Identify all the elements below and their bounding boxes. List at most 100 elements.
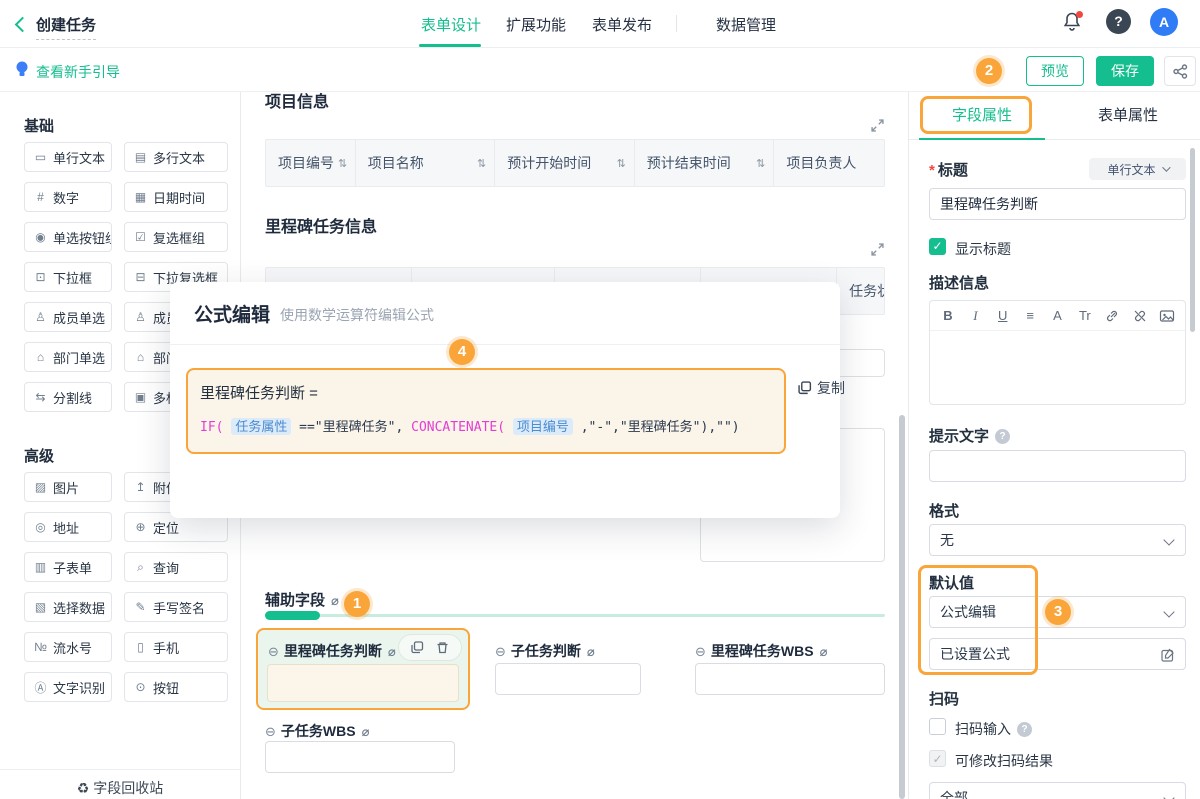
show-title-checkbox[interactable]: ✓	[929, 238, 946, 255]
form-title[interactable]: 创建任务	[36, 14, 96, 40]
align-icon[interactable]: ≡	[1022, 308, 1038, 323]
description-label: 描述信息	[929, 272, 989, 293]
field-button-address[interactable]: ◎地址	[24, 512, 112, 542]
avatar[interactable]: A	[1150, 8, 1178, 36]
formula-edit-modal: 公式编辑 使用数学运算符编辑公式 里程碑任务判断 = IF( 任务属性 =="里…	[170, 282, 840, 518]
subtask-wbs-input[interactable]	[265, 741, 455, 773]
format-label: 格式	[929, 500, 959, 521]
field-button-phone[interactable]: ▯手机	[124, 632, 228, 662]
help-icon[interactable]: ?	[1106, 9, 1131, 34]
canvas-scrollbar[interactable]	[899, 415, 905, 799]
divider-icon: ⇆	[33, 390, 48, 404]
tab-form-design[interactable]: 表单设计	[421, 14, 481, 35]
copy-icon[interactable]	[411, 641, 424, 654]
field-card-milestone-judge[interactable]: ⊖里程碑任务判断⌀	[256, 628, 470, 710]
tab-field-properties[interactable]: 字段属性	[909, 92, 1055, 139]
field-recycle-bin[interactable]: ♻ 字段回收站	[0, 769, 240, 799]
font-color-icon[interactable]: A	[1050, 308, 1066, 323]
tab-extensions[interactable]: 扩展功能	[506, 14, 566, 35]
scan-editable-label: 可修改扫码结果	[955, 751, 1053, 771]
field-button-divider[interactable]: ⇆分割线	[24, 382, 112, 412]
link-icon[interactable]	[1104, 309, 1120, 323]
field-button-checkbox-group[interactable]: ☑复选框组	[124, 222, 228, 252]
project-info-table[interactable]: 项目编号⇅ 项目名称⇅ 预计开始时间⇅ 预计结束时间⇅ 项目负责人	[265, 139, 885, 187]
help-question-icon[interactable]: ?	[995, 429, 1010, 444]
subtask-judge-input[interactable]	[495, 663, 641, 695]
field-button-image[interactable]: ▨图片	[24, 472, 112, 502]
scan-input-checkbox[interactable]	[929, 718, 946, 735]
tab-form-properties[interactable]: 表单属性	[1055, 92, 1200, 139]
sort-icon[interactable]: ⇅	[338, 157, 347, 170]
format-select[interactable]: 无	[929, 524, 1186, 556]
default-value-label: 默认值	[929, 572, 974, 593]
bold-icon[interactable]: B	[940, 308, 956, 323]
field-button-signature[interactable]: ✎手写签名	[124, 592, 228, 622]
annotation-badge-4: 4	[449, 339, 475, 365]
title-input[interactable]: 里程碑任务判断	[929, 188, 1186, 220]
field-button-subform[interactable]: ▥子表单	[24, 552, 112, 582]
italic-icon[interactable]: I	[967, 308, 983, 324]
font-size-icon[interactable]: Tr	[1077, 308, 1093, 323]
panel-scrollbar[interactable]	[1190, 148, 1195, 332]
formula-set-field[interactable]: 已设置公式	[929, 638, 1186, 670]
milestone-wbs-input[interactable]	[695, 663, 885, 695]
description-editor[interactable]: B I U ≡ A Tr	[929, 300, 1186, 405]
field-card-subtask-judge[interactable]: ⊖子任务判断⌀	[495, 641, 595, 661]
project-info-section-title: 项目信息	[265, 92, 329, 112]
formula-box[interactable]: 里程碑任务判断 = IF( 任务属性 =="里程碑任务", CONCATENAT…	[186, 368, 786, 454]
chevron-down-icon	[1163, 792, 1174, 799]
field-button-button[interactable]: ⊙按钮	[124, 672, 228, 702]
field-button-query[interactable]: ⌕查询	[124, 552, 228, 582]
field-button-datetime[interactable]: ▦日期时间	[124, 182, 228, 212]
field-button-dropdown[interactable]: ⊡下拉框	[24, 262, 112, 292]
field-button-serial[interactable]: №流水号	[24, 632, 112, 662]
field-button-number[interactable]: #数字	[24, 182, 112, 212]
field-button-select-data[interactable]: ▧选择数据	[24, 592, 112, 622]
sort-icon[interactable]: ⇅	[617, 157, 626, 170]
unlink-icon[interactable]	[1132, 309, 1148, 323]
field-chip-project-no[interactable]: 项目编号	[513, 418, 573, 435]
field-button-ocr[interactable]: Ⓐ文字识别	[24, 672, 112, 702]
expand-icon[interactable]	[871, 119, 884, 132]
field-type-selector[interactable]: 单行文本	[1089, 158, 1186, 180]
tab-form-publish[interactable]: 表单发布	[592, 14, 652, 35]
database-icon: ▧	[33, 600, 48, 614]
share-icon	[1173, 64, 1188, 79]
field-card-subtask-wbs[interactable]: ⊖子任务WBS⌀	[265, 721, 369, 741]
help-question-icon[interactable]: ?	[1017, 722, 1032, 737]
sort-icon[interactable]: ⇅	[477, 157, 486, 170]
field-card-milestone-wbs[interactable]: ⊖里程碑任务WBS⌀	[695, 641, 827, 661]
insert-image-icon[interactable]	[1159, 309, 1175, 323]
field-button-member-single[interactable]: ♙成员单选	[24, 302, 112, 332]
expand-icon[interactable]	[871, 243, 884, 256]
copy-formula-button[interactable]: 复制	[798, 378, 845, 398]
members-icon: ♙	[133, 310, 148, 324]
single-text-icon: ▭	[33, 150, 48, 164]
top-header: 创建任务 表单设计 扩展功能 表单发布 数据管理 ? A	[0, 0, 1200, 48]
trash-icon[interactable]	[436, 641, 449, 654]
share-button[interactable]	[1164, 56, 1196, 86]
recycle-icon: ♻	[77, 780, 90, 796]
tab-data-manage[interactable]: 数据管理	[716, 14, 776, 35]
department-icon: ⌂	[33, 350, 48, 364]
beginner-guide-link[interactable]: 查看新手引导	[36, 62, 120, 82]
back-button[interactable]	[14, 16, 26, 32]
formula-link-icon: ⊖	[268, 644, 279, 659]
chevron-down-icon	[1163, 606, 1174, 617]
hint-text-input[interactable]	[929, 450, 1186, 482]
underline-icon[interactable]: U	[995, 308, 1011, 323]
sort-icon[interactable]: ⇅	[756, 157, 765, 170]
field-button-single-text[interactable]: ▭单行文本	[24, 142, 112, 172]
notification-bell-icon[interactable]	[1062, 11, 1084, 35]
field-button-radio-group[interactable]: ◉单选按钮组	[24, 222, 112, 252]
scan-scope-select[interactable]: 全部	[929, 782, 1186, 799]
active-tab-underline	[419, 44, 481, 47]
formula-expression: IF( 任务属性 =="里程碑任务", CONCATENATE( 项目编号 ,"…	[200, 416, 772, 435]
milestone-judge-input[interactable]	[267, 664, 459, 702]
field-chip-task-attr[interactable]: 任务属性	[231, 418, 291, 435]
edit-icon[interactable]	[1161, 648, 1175, 662]
field-button-dept-single[interactable]: ⌂部门单选	[24, 342, 112, 372]
preview-button[interactable]: 预览	[1026, 56, 1084, 86]
save-button[interactable]: 保存	[1096, 56, 1154, 86]
field-button-multi-text[interactable]: ▤多行文本	[124, 142, 228, 172]
